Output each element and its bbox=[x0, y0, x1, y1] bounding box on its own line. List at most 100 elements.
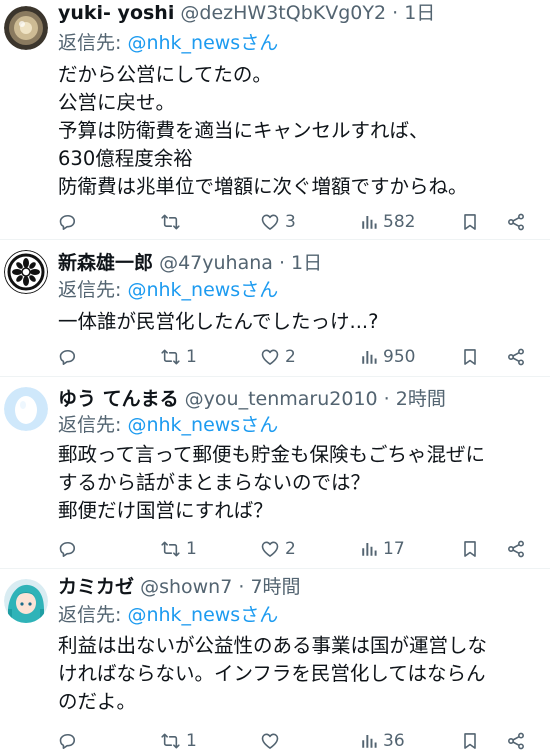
retweet-count: 1 bbox=[186, 539, 197, 559]
tweet-text-line: 予算は防衛費を適当にキャンセルすれば、 bbox=[58, 119, 429, 142]
share-icon bbox=[506, 212, 526, 232]
analytics-icon bbox=[360, 731, 378, 751]
reply-prefix: 返信先: bbox=[58, 279, 122, 301]
display-name[interactable]: カミカゼ bbox=[58, 576, 134, 598]
reply-context: 返信先: @nhk_newsさん bbox=[58, 277, 278, 303]
tweet-3[interactable]: ゆう てんまる @you_tenmaru2010 · 2時間 返信先: @nhk… bbox=[0, 377, 550, 569]
view-count: 36 bbox=[383, 731, 405, 751]
like-count: 2 bbox=[285, 347, 296, 367]
display-name[interactable]: 新森雄一郎 bbox=[58, 252, 153, 274]
tweet-2[interactable]: 新森雄一郎 @47yuhana · 1日 返信先: @nhk_newsさん 一体… bbox=[0, 240, 550, 377]
reply-context: 返信先: @nhk_newsさん bbox=[58, 30, 278, 56]
timestamp[interactable]: 1日 bbox=[291, 252, 322, 274]
tweet-text-line: 郵政って言って郵便も貯金も保険もごちゃ混ぜに bbox=[58, 443, 486, 466]
bookmark-icon bbox=[460, 212, 480, 232]
reply-button[interactable] bbox=[58, 537, 83, 561]
user-handle[interactable]: @shown7 bbox=[140, 576, 232, 598]
tweet-text-line: 公営に戻せ。 bbox=[58, 91, 176, 114]
mention-link[interactable]: @nhk_newsさん bbox=[127, 32, 278, 54]
heart-icon bbox=[260, 212, 280, 232]
share-icon bbox=[506, 347, 526, 367]
tweet-header: ゆう てんまる @you_tenmaru2010 · 2時間 bbox=[58, 386, 446, 412]
retweet-icon bbox=[160, 347, 181, 367]
retweet-button[interactable]: 1 bbox=[160, 345, 197, 369]
timestamp[interactable]: 7時間 bbox=[250, 576, 300, 598]
views-button[interactable]: 950 bbox=[360, 345, 415, 369]
share-icon bbox=[506, 539, 526, 559]
retweet-button[interactable]: 1 bbox=[160, 729, 197, 753]
tweet-text-line: ければならない。インフラを民営化してはならん bbox=[58, 662, 486, 685]
mention-link[interactable]: @nhk_newsさん bbox=[127, 604, 278, 626]
bookmark-button[interactable] bbox=[460, 537, 480, 561]
share-button[interactable] bbox=[506, 729, 526, 753]
views-button[interactable]: 17 bbox=[360, 537, 405, 561]
avatar[interactable] bbox=[4, 6, 48, 50]
action-bar: 3 582 bbox=[58, 210, 528, 234]
tweet-text-line: 利益は出ないが公益性のある事業は国が運営しな bbox=[58, 634, 488, 657]
like-button[interactable] bbox=[260, 729, 285, 753]
views-button[interactable]: 582 bbox=[360, 210, 415, 234]
tweet-text-line: 630億程度余裕 bbox=[58, 147, 193, 170]
bookmark-icon bbox=[460, 731, 480, 751]
separator-dot: · bbox=[383, 388, 390, 410]
like-button[interactable]: 2 bbox=[260, 345, 296, 369]
tweet-4[interactable]: カミカゼ @shown7 · 7時間 返信先: @nhk_newsさん 利益は出… bbox=[0, 569, 550, 753]
reply-icon bbox=[58, 539, 78, 559]
reply-button[interactable] bbox=[58, 345, 83, 369]
like-count: 3 bbox=[285, 212, 296, 232]
view-count: 17 bbox=[383, 539, 405, 559]
reply-icon bbox=[58, 347, 78, 367]
separator-dot: · bbox=[392, 2, 399, 24]
retweet-button[interactable]: 1 bbox=[160, 537, 197, 561]
timestamp[interactable]: 1日 bbox=[404, 2, 435, 24]
display-name[interactable]: yuki- yoshi bbox=[58, 2, 174, 24]
tweet-text-line: するから話がまとまらないのでは？ bbox=[58, 471, 371, 494]
heart-icon bbox=[260, 347, 280, 367]
reply-prefix: 返信先: bbox=[58, 604, 122, 626]
tweet-text-line: 防衛費は兆単位で増額に次ぐ増額ですからね。 bbox=[58, 175, 468, 198]
avatar[interactable] bbox=[4, 579, 48, 623]
avatar[interactable] bbox=[4, 387, 48, 431]
tweet-text: 郵政って言って郵便も貯金も保険もごちゃ混ぜに するから話がまとまらないのでは？ … bbox=[58, 441, 542, 525]
bookmark-button[interactable] bbox=[460, 210, 480, 234]
user-handle[interactable]: @dezHW3tQbKVg0Y2 bbox=[180, 2, 386, 24]
action-bar: 1 36 bbox=[58, 729, 528, 753]
heart-icon bbox=[260, 539, 280, 559]
views-button[interactable]: 36 bbox=[360, 729, 405, 753]
bookmark-button[interactable] bbox=[460, 345, 480, 369]
bookmark-icon bbox=[460, 347, 480, 367]
mention-link[interactable]: @nhk_newsさん bbox=[127, 414, 278, 436]
reply-button[interactable] bbox=[58, 210, 83, 234]
like-button[interactable]: 2 bbox=[260, 537, 296, 561]
separator-dot: · bbox=[238, 576, 245, 598]
tweet-text-line: 郵便だけ国営にすれば？ bbox=[58, 499, 273, 522]
heart-icon bbox=[260, 731, 280, 751]
reply-icon bbox=[58, 731, 78, 751]
reply-prefix: 返信先: bbox=[58, 32, 122, 54]
tweet-1[interactable]: yuki- yoshi @dezHW3tQbKVg0Y2 · 1日 返信先: @… bbox=[0, 0, 550, 240]
timestamp[interactable]: 2時間 bbox=[396, 388, 446, 410]
mention-link[interactable]: @nhk_newsさん bbox=[127, 279, 278, 301]
avatar[interactable] bbox=[4, 250, 48, 294]
user-handle[interactable]: @47yuhana bbox=[159, 252, 273, 274]
user-handle[interactable]: @you_tenmaru2010 bbox=[185, 388, 378, 410]
retweet-icon bbox=[160, 539, 181, 559]
analytics-icon bbox=[360, 212, 378, 232]
view-count: 582 bbox=[383, 212, 416, 232]
share-button[interactable] bbox=[506, 210, 526, 234]
retweet-count: 1 bbox=[186, 731, 197, 751]
display-name[interactable]: ゆう てんまる bbox=[58, 388, 179, 410]
reply-button[interactable] bbox=[58, 729, 83, 753]
action-bar: 1 2 17 bbox=[58, 537, 528, 561]
view-count: 950 bbox=[383, 347, 416, 367]
share-button[interactable] bbox=[506, 537, 526, 561]
like-button[interactable]: 3 bbox=[260, 210, 296, 234]
bookmark-button[interactable] bbox=[460, 729, 480, 753]
separator-dot: · bbox=[278, 252, 285, 274]
tweet-text: 一体誰が民営化したんでしたっけ...? bbox=[58, 308, 542, 336]
action-bar: 1 2 950 bbox=[58, 345, 528, 369]
share-button[interactable] bbox=[506, 345, 526, 369]
bookmark-icon bbox=[460, 539, 480, 559]
tweet-text-line: だから公営にしてたの。 bbox=[58, 63, 272, 86]
retweet-button[interactable] bbox=[160, 210, 186, 234]
